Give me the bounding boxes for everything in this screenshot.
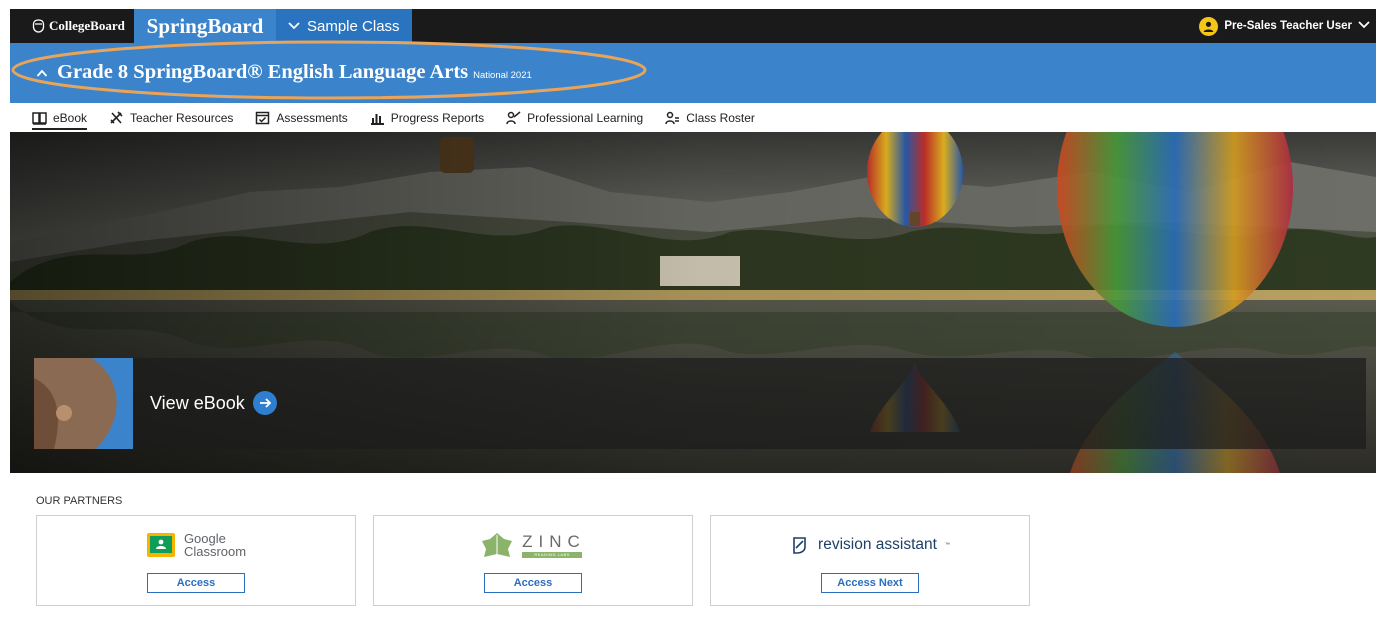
google-classroom-name-line2: Classroom [183, 544, 247, 559]
tools-icon [110, 110, 123, 124]
user-name: Pre-Sales Teacher User [1224, 20, 1352, 32]
revision-assistant-logo: revision assistant ™ [711, 530, 1029, 560]
user-avatar-icon [1199, 16, 1219, 36]
roster-icon [665, 111, 680, 124]
class-selector-label: Sample Class [307, 17, 400, 35]
revision-assistant-access-next-button[interactable]: Access Next [821, 573, 919, 593]
acorn-icon [32, 19, 45, 33]
collegeboard-logo[interactable]: CollegeBoard [32, 18, 125, 34]
nav-professional-learning-label: Professional Learning [527, 110, 644, 125]
nav-progress-reports[interactable]: Progress Reports [370, 103, 484, 132]
book-icon [32, 111, 47, 125]
google-classroom-logo: Google Classroom [37, 530, 355, 560]
leaf-icon [482, 533, 513, 557]
nav-teacher-resources-label: Teacher Resources [130, 110, 234, 125]
partners-heading: OUR PARTNERS [36, 495, 123, 507]
zinc-logo: ZINC READING LABS [374, 530, 692, 560]
checklist-icon [256, 111, 270, 124]
nav-class-roster-label: Class Roster [686, 110, 755, 125]
revision-assistant-name: revision assistant [818, 536, 937, 553]
app-frame: CollegeBoard SpringBoard Sample Class Pr… [10, 9, 1376, 641]
nav-ebook-label: eBook [53, 110, 88, 125]
bar-chart-icon [370, 113, 384, 125]
view-ebook-link[interactable]: View eBook [150, 391, 277, 415]
nav-progress-reports-label: Progress Reports [390, 110, 485, 125]
view-ebook-label: View eBook [150, 392, 245, 413]
google-classroom-access-button[interactable]: Access [147, 573, 245, 593]
google-classroom-icon [146, 533, 175, 557]
partner-card-revision-assistant: revision assistant ™ Access Next [710, 515, 1030, 606]
user-menu[interactable]: Pre-Sales Teacher User [1199, 9, 1370, 43]
arrow-right-icon [252, 391, 277, 415]
zinc-name: ZINC [522, 531, 586, 551]
revision-assistant-icon [793, 537, 806, 554]
ebook-cover-thumbnail[interactable] [34, 358, 133, 449]
partner-card-zinc: ZINC READING LABS Access [373, 515, 693, 606]
nav-class-roster[interactable]: Class Roster [665, 103, 755, 132]
zinc-access-button[interactable]: Access [484, 573, 582, 593]
view-ebook-panel: View eBook [34, 358, 1366, 449]
chevron-down-icon [288, 22, 300, 30]
top-bar: CollegeBoard SpringBoard Sample Class Pr… [10, 9, 1376, 43]
page: CollegeBoard SpringBoard Sample Class Pr… [0, 0, 1376, 641]
collegeboard-logo-text: CollegeBoard [49, 18, 125, 33]
highlight-ellipse [11, 40, 647, 100]
nav-ebook[interactable]: eBook [32, 103, 88, 132]
partner-card-google-classroom: Google Classroom Access [36, 515, 356, 606]
course-nav: eBook Teacher Resources Assessments Prog… [10, 103, 1376, 132]
zinc-subtitle: READING LABS [522, 551, 583, 558]
left-margin [0, 0, 10, 641]
hero-banner: View eBook [10, 132, 1376, 473]
nav-assessments-label: Assessments [276, 110, 348, 125]
springboard-brand[interactable]: SpringBoard [134, 9, 276, 43]
teacher-icon [506, 110, 521, 124]
revision-assistant-tm: ™ [944, 542, 950, 548]
class-selector[interactable]: Sample Class [276, 9, 412, 43]
chevron-down-icon [1358, 20, 1370, 32]
nav-professional-learning[interactable]: Professional Learning [506, 103, 643, 132]
nav-teacher-resources[interactable]: Teacher Resources [109, 103, 233, 132]
nav-assessments[interactable]: Assessments [255, 103, 348, 132]
